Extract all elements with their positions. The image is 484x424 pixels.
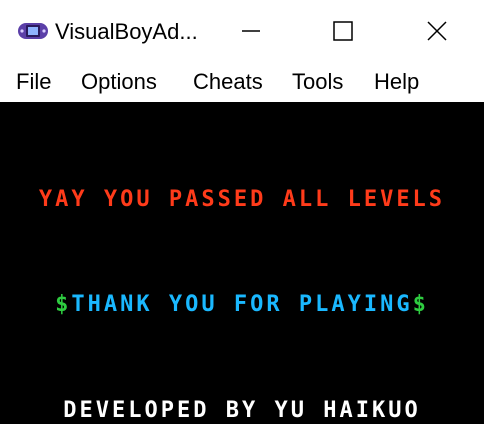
menu-help[interactable]: Help (374, 68, 419, 96)
dollar-symbol-right: $ (412, 292, 429, 317)
developer-credit: DEVELOPED BY YU HAIKUO (63, 398, 421, 423)
maximize-button[interactable] (297, 0, 389, 62)
close-icon (426, 21, 447, 41)
emulator-window: VisualBoyAd... File Options Cheats Tools… (0, 0, 484, 424)
thank-you-message: $THANK YOU FOR PLAYING$ (0, 292, 484, 317)
game-screen[interactable]: YAY YOU PASSED ALL LEVELS $THANK YOU FOR… (0, 102, 484, 424)
close-button[interactable] (389, 0, 484, 62)
menu-file[interactable]: File (16, 68, 51, 96)
passed-levels-message: YAY YOU PASSED ALL LEVELS (38, 187, 446, 212)
maximize-icon (333, 21, 353, 41)
menu-cheats[interactable]: Cheats (193, 68, 263, 96)
window-title: VisualBoyAd... (55, 19, 198, 44)
thank-you-text: THANK YOU FOR PLAYING (71, 292, 413, 317)
minimize-button[interactable] (205, 0, 297, 62)
menu-options[interactable]: Options (81, 68, 157, 96)
menu-tools[interactable]: Tools (292, 68, 343, 96)
title-bar[interactable]: VisualBoyAd... (0, 0, 484, 62)
gameboy-advance-icon[interactable] (18, 20, 48, 42)
menu-bar: File Options Cheats Tools Help (0, 62, 484, 102)
minimize-icon (242, 30, 260, 32)
dollar-symbol-left: $ (55, 292, 72, 317)
